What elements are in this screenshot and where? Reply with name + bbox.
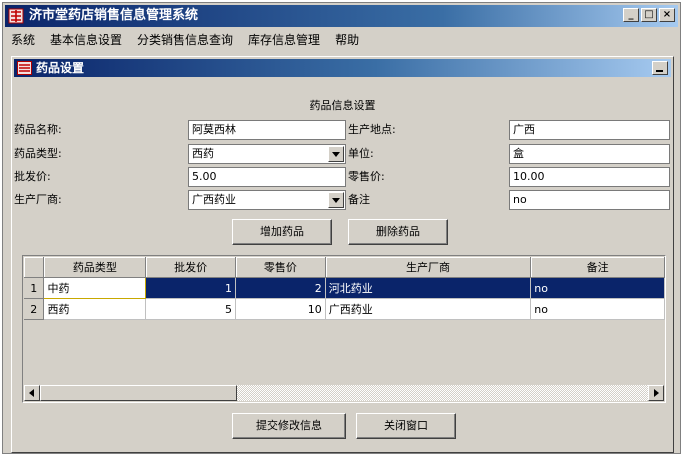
delete-drug-button[interactable]: 删除药品 <box>348 219 448 245</box>
submit-changes-button[interactable]: 提交修改信息 <box>232 413 346 439</box>
app-icon <box>8 8 24 24</box>
cell-note[interactable]: no <box>530 277 665 299</box>
scroll-thumb[interactable] <box>40 385 237 401</box>
window-titlebar[interactable]: 济市堂药店销售信息管理系统 _ □ × <box>5 5 678 27</box>
origin-input[interactable]: 广西 <box>509 120 670 140</box>
menu-bar: 系统 基本信息设置 分类销售信息查询 库存信息管理 帮助 <box>5 29 678 49</box>
row-number: 2 <box>24 298 45 320</box>
main-window: 济市堂药店销售信息管理系统 _ □ × 系统 基本信息设置 分类销售信息查询 库… <box>2 2 681 454</box>
table-row[interactable]: 2 西药 5 10 广西药业 no <box>24 298 665 320</box>
drug-name-input[interactable]: 阿莫西林 <box>188 120 346 140</box>
menu-help[interactable]: 帮助 <box>329 31 368 48</box>
row-number: 1 <box>24 277 45 299</box>
scroll-right-button[interactable] <box>648 385 664 401</box>
column-header-type[interactable]: 药品类型 <box>43 257 147 278</box>
drug-name-label: 药品名称: <box>14 123 62 136</box>
section-title: 药品信息设置 <box>309 99 376 112</box>
manufacturer-select[interactable]: 广西药业 <box>188 190 346 210</box>
horizontal-scrollbar[interactable] <box>24 385 664 401</box>
cell-retail[interactable]: 2 <box>235 277 326 299</box>
column-header-rownum[interactable] <box>24 257 45 278</box>
manufacturer-label: 生产厂商: <box>14 193 62 206</box>
add-drug-button[interactable]: 增加药品 <box>232 219 332 245</box>
note-input[interactable]: no <box>509 190 670 210</box>
drug-table-scrollpane: 药品类型 批发价 零售价 生产厂商 备注 1 中药 1 2 河北药业 no 2 … <box>22 255 666 403</box>
column-header-wholesale[interactable]: 批发价 <box>145 257 236 278</box>
cell-retail[interactable]: 10 <box>235 298 326 320</box>
cell-type[interactable]: 西药 <box>43 298 147 320</box>
window-title: 济市堂药店销售信息管理系统 <box>29 8 199 23</box>
table-header-row: 药品类型 批发价 零售价 生产厂商 备注 <box>24 257 665 278</box>
menu-basic-settings[interactable]: 基本信息设置 <box>44 31 131 48</box>
drug-table: 药品类型 批发价 零售价 生产厂商 备注 1 中药 1 2 河北药业 no 2 … <box>24 257 665 320</box>
internal-frame-titlebar[interactable]: 药品设置 <box>14 59 671 77</box>
column-header-manufacturer[interactable]: 生产厂商 <box>325 257 532 278</box>
cell-manufacturer[interactable]: 河北药业 <box>325 277 532 299</box>
drug-type-select[interactable]: 西药 <box>188 144 346 164</box>
retail-price-label: 零售价: <box>348 170 385 183</box>
wholesale-price-input[interactable]: 5.00 <box>188 167 346 187</box>
drug-type-label: 药品类型: <box>14 147 62 160</box>
column-header-note[interactable]: 备注 <box>530 257 665 278</box>
chevron-down-icon[interactable] <box>328 192 344 208</box>
scroll-left-button[interactable] <box>24 385 40 401</box>
menu-inventory[interactable]: 库存信息管理 <box>242 31 329 48</box>
close-window-button[interactable]: 关闭窗口 <box>356 413 456 439</box>
arrow-right-icon <box>654 389 659 397</box>
note-label: 备注 <box>348 193 370 206</box>
frame-minimize-button[interactable] <box>652 61 668 75</box>
unit-label: 单位: <box>348 147 374 160</box>
origin-label: 生产地点: <box>348 123 396 136</box>
cell-manufacturer[interactable]: 广西药业 <box>325 298 532 320</box>
drug-type-value: 西药 <box>192 147 214 160</box>
cell-type[interactable]: 中药 <box>43 277 147 299</box>
cell-wholesale[interactable]: 5 <box>145 298 236 320</box>
cell-wholesale[interactable]: 1 <box>145 277 236 299</box>
arrow-left-icon <box>29 389 34 397</box>
frame-title: 药品设置 <box>36 61 85 75</box>
table-row[interactable]: 1 中药 1 2 河北药业 no <box>24 277 665 299</box>
retail-price-input[interactable]: 10.00 <box>509 167 670 187</box>
minimize-button[interactable]: _ <box>623 8 639 22</box>
frame-icon <box>17 61 32 75</box>
manufacturer-value: 广西药业 <box>192 193 236 206</box>
close-button[interactable]: × <box>659 8 675 22</box>
cell-note[interactable]: no <box>530 298 665 320</box>
chevron-down-icon[interactable] <box>328 146 344 162</box>
maximize-button[interactable]: □ <box>641 8 657 22</box>
unit-input[interactable]: 盒 <box>509 144 670 164</box>
column-header-retail[interactable]: 零售价 <box>235 257 326 278</box>
menu-system[interactable]: 系统 <box>5 31 44 48</box>
drug-settings-frame: 药品设置 药品信息设置 药品名称: 阿莫西林 生产地点: 广西 药品类型: 西药… <box>11 56 674 453</box>
menu-sales-query[interactable]: 分类销售信息查询 <box>131 31 242 48</box>
wholesale-price-label: 批发价: <box>14 170 51 183</box>
